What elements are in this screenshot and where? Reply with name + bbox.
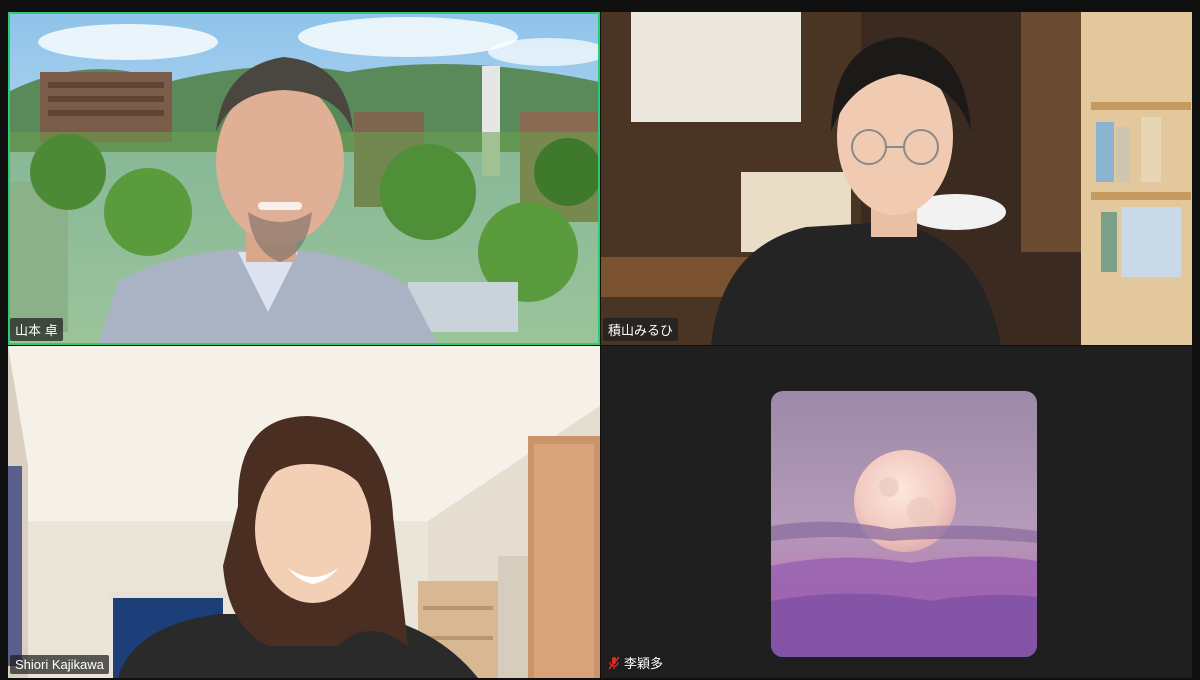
participant-name-tag: Shiori Kajikawa [10,655,109,674]
participant-name: 山本 卓 [15,323,58,338]
participant-tile-3[interactable]: Shiori Kajikawa [8,346,600,678]
participant-video [601,12,1192,345]
gallery-view: 山本 卓 積山みるひ Shiori Kajikawa 李穎多 [8,12,1192,678]
participant-video [8,12,600,345]
full-moon-image [771,391,1037,657]
participant-name-tag: 山本 卓 [10,318,63,341]
participant-tile-2[interactable]: 積山みるひ [601,12,1192,345]
participant-name: 積山みるひ [608,323,674,338]
participant-tile-1[interactable]: 山本 卓 [8,12,600,345]
participant-tile-4[interactable]: 李穎多 [601,346,1192,678]
participant-avatar [771,391,1037,657]
participant-name: 李穎多 [624,656,664,671]
mic-muted-icon [608,656,620,670]
participant-name-tag: 李穎多 [603,651,669,674]
participant-name: Shiori Kajikawa [15,657,104,672]
participant-name-tag: 積山みるひ [603,318,679,341]
participant-video [8,346,600,678]
